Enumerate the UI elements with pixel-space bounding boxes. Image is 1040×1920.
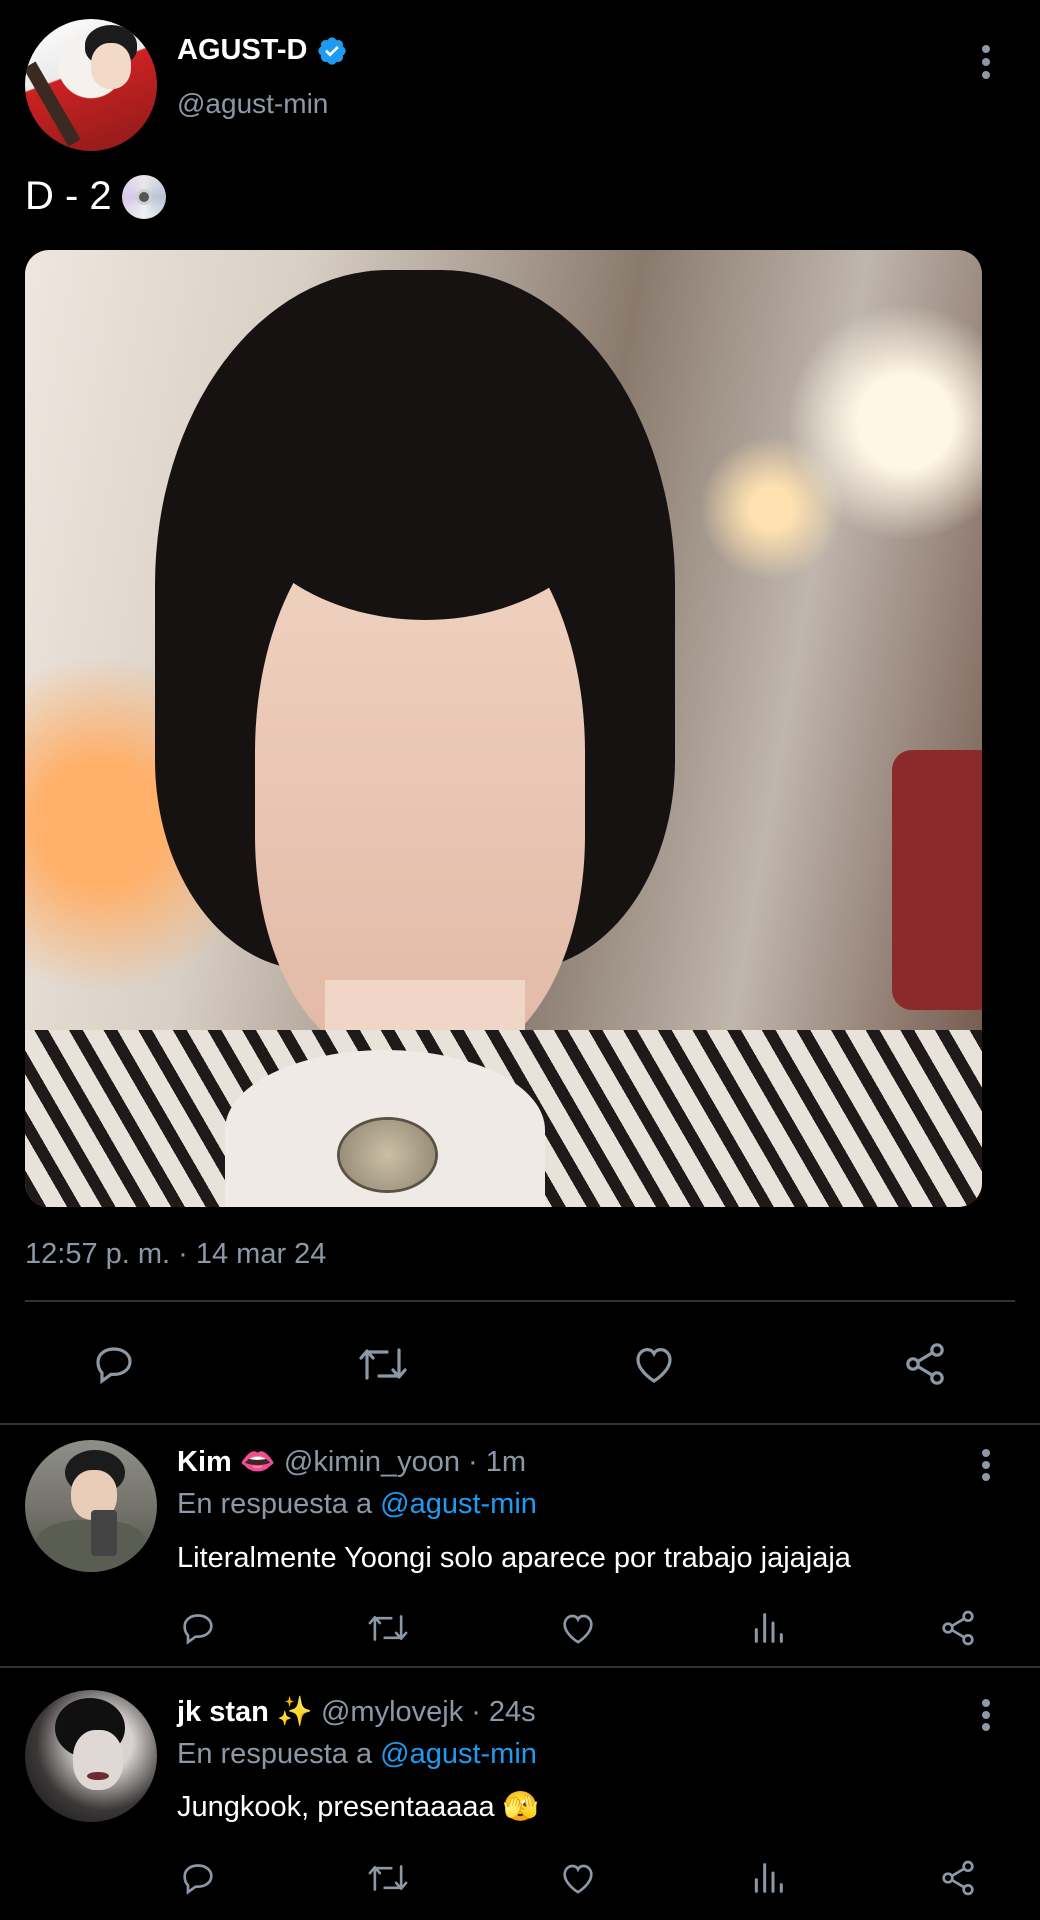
tweet-timestamp[interactable]: 12:57 p. m. · 14 mar 24 bbox=[25, 1238, 326, 1271]
views-chart-icon bbox=[748, 1608, 788, 1648]
replying-to-prefix: En respuesta a bbox=[177, 1488, 373, 1520]
replying-to-mention[interactable]: @agust-min bbox=[380, 1738, 537, 1770]
author-handle[interactable]: @agust-min bbox=[177, 88, 328, 120]
sparkles-emoji: ✨ bbox=[276, 1696, 313, 1728]
replying-to: En respuesta a @agust-min bbox=[177, 1738, 537, 1771]
tweet-text-content: D - 2 bbox=[25, 174, 112, 218]
retweet-button[interactable] bbox=[355, 1336, 411, 1392]
author-name-row[interactable]: AGUST-D bbox=[177, 34, 348, 67]
reply-header: jk stan ✨ @mylovejk · 24s bbox=[177, 1695, 536, 1729]
retweet-button[interactable] bbox=[364, 1606, 412, 1650]
tweet-text: D - 2 bbox=[25, 174, 166, 219]
share-button[interactable] bbox=[936, 1606, 980, 1650]
share-icon bbox=[938, 1858, 978, 1898]
views-button[interactable] bbox=[746, 1606, 790, 1650]
divider bbox=[0, 1666, 1040, 1668]
reply-handle[interactable]: @mylovejk bbox=[321, 1696, 463, 1729]
retweet-icon bbox=[365, 1858, 411, 1898]
reply-handle[interactable]: @kimin_yoon bbox=[284, 1446, 460, 1479]
author-display-name[interactable]: AGUST-D bbox=[177, 34, 308, 67]
views-button[interactable] bbox=[746, 1856, 790, 1900]
reply-button[interactable] bbox=[176, 1606, 220, 1650]
retweet-icon bbox=[365, 1608, 411, 1648]
author-avatar[interactable] bbox=[25, 19, 157, 151]
reply-avatar[interactable] bbox=[25, 1690, 157, 1822]
reply-text-content: Literalmente Yoongi solo aparece por tra… bbox=[177, 1542, 851, 1574]
share-button[interactable] bbox=[897, 1336, 953, 1392]
reply-display-name[interactable]: Kim bbox=[177, 1446, 232, 1479]
peeking-face-emoji: 🫣 bbox=[502, 1791, 539, 1823]
cd-disc-icon bbox=[121, 174, 166, 219]
replying-to-mention[interactable]: @agust-min bbox=[380, 1488, 537, 1520]
more-options-icon[interactable] bbox=[966, 1445, 1006, 1485]
retweet-button[interactable] bbox=[364, 1856, 412, 1900]
more-options-icon[interactable] bbox=[966, 1695, 1006, 1735]
reply-header: Kim 👄 @kimin_yoon · 1m bbox=[177, 1445, 526, 1479]
reply-time[interactable]: 1m bbox=[486, 1446, 526, 1479]
reply-icon bbox=[178, 1608, 218, 1648]
replying-to-prefix: En respuesta a bbox=[177, 1738, 373, 1770]
retweet-icon bbox=[355, 1340, 411, 1388]
divider bbox=[25, 1300, 1015, 1302]
tweet-photo[interactable] bbox=[25, 250, 982, 1207]
divider bbox=[0, 1423, 1040, 1425]
reply-button[interactable] bbox=[176, 1856, 220, 1900]
reply-time[interactable]: 24s bbox=[489, 1696, 536, 1729]
like-icon bbox=[558, 1608, 598, 1648]
reply-text-content: Jungkook, presentaaaaa bbox=[177, 1790, 495, 1823]
like-button[interactable] bbox=[556, 1606, 600, 1650]
share-icon bbox=[938, 1608, 978, 1648]
like-icon bbox=[630, 1340, 678, 1388]
reply-text: Literalmente Yoongi solo aparece por tra… bbox=[177, 1542, 851, 1575]
replying-to: En respuesta a @agust-min bbox=[177, 1488, 537, 1521]
more-options-icon[interactable] bbox=[966, 42, 1006, 82]
reply-text: Jungkook, presentaaaaa 🫣 bbox=[177, 1790, 539, 1824]
like-button[interactable] bbox=[556, 1856, 600, 1900]
meta-separator: · bbox=[471, 1695, 481, 1728]
share-icon bbox=[901, 1340, 949, 1388]
lips-emoji: 👄 bbox=[239, 1446, 276, 1478]
share-button[interactable] bbox=[936, 1856, 980, 1900]
verified-badge-icon bbox=[316, 35, 348, 67]
reply-icon bbox=[178, 1858, 218, 1898]
like-icon bbox=[558, 1858, 598, 1898]
reply-avatar[interactable] bbox=[25, 1440, 157, 1572]
reply-icon bbox=[90, 1340, 138, 1388]
meta-separator: · bbox=[468, 1445, 478, 1478]
reply-button[interactable] bbox=[86, 1336, 142, 1392]
reply-display-name[interactable]: jk stan bbox=[177, 1696, 269, 1729]
views-chart-icon bbox=[748, 1858, 788, 1898]
like-button[interactable] bbox=[626, 1336, 682, 1392]
